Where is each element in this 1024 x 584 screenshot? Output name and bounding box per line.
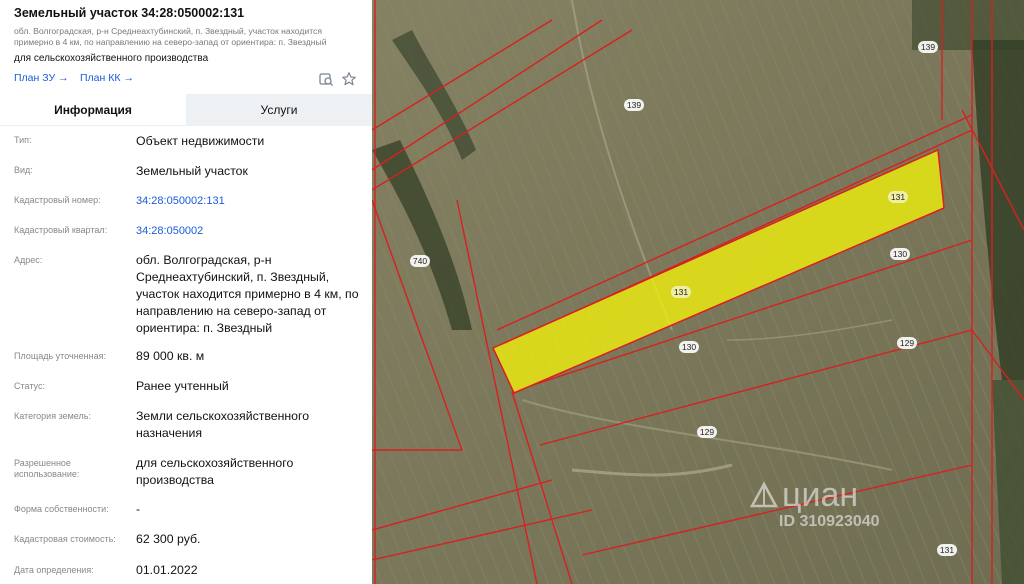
info-key: Адрес:: [14, 255, 43, 265]
info-key: Тип:: [14, 135, 32, 145]
tab-bar: Информация Услуги: [0, 94, 372, 126]
svg-text:130: 130: [682, 342, 696, 352]
header-address: обл. Волгоградская, р-н Среднеахтубински…: [14, 26, 327, 47]
cadastral-map[interactable]: 139 139 131 131 130 130 129 129 740 131 …: [372, 0, 1024, 584]
tab-services[interactable]: Услуги: [186, 94, 372, 126]
plan-zu-link[interactable]: План ЗУ →: [14, 72, 69, 84]
info-value: 62 300 руб.: [136, 532, 201, 546]
info-key: Разрешенное использование:: [14, 458, 80, 479]
cadastral-quarter-link[interactable]: 34:28:050002: [136, 223, 364, 240]
plan-kk-link[interactable]: План КК →: [80, 72, 134, 84]
info-value: 89 000 кв. м: [136, 349, 205, 363]
info-key: Площадь уточненная:: [14, 351, 106, 361]
svg-text:131: 131: [940, 545, 954, 555]
parcel-label: 139: [624, 99, 644, 111]
info-key: Дата определения:: [14, 565, 94, 575]
info-value: 01.01.2022: [136, 563, 198, 577]
arrow-right-icon: →: [58, 72, 69, 84]
arrow-right-icon: →: [123, 72, 134, 84]
svg-text:740: 740: [413, 256, 427, 266]
svg-text:139: 139: [627, 100, 641, 110]
svg-text:129: 129: [700, 427, 714, 437]
info-value: Земли сельскохозяйственного назначения: [136, 409, 310, 440]
svg-text:131: 131: [891, 192, 905, 202]
compare-icon[interactable]: [318, 71, 334, 87]
info-key: Кадастровый квартал:: [14, 225, 108, 235]
svg-text:130: 130: [893, 249, 907, 259]
parcel-label: 129: [897, 337, 917, 349]
parcel-label: 131: [888, 191, 908, 203]
parcel-label: 740: [410, 255, 430, 267]
svg-text:131: 131: [674, 287, 688, 297]
watermark-brand: циан: [782, 476, 858, 514]
plan-zu-label: План ЗУ: [14, 72, 56, 84]
info-panel: Земельный участок 34:28:050002:131 обл. …: [0, 0, 372, 584]
watermark-id: ID 310923040: [779, 513, 880, 530]
info-key: Статус:: [14, 381, 45, 391]
parcel-label: 131: [671, 286, 691, 298]
tab-info[interactable]: Информация: [0, 94, 186, 126]
info-value: Земельный участок: [136, 164, 248, 178]
page-title: Земельный участок 34:28:050002:131: [14, 6, 245, 20]
info-key: Кадастровая стоимость:: [14, 534, 116, 544]
svg-text:139: 139: [921, 42, 935, 52]
cadastral-number-link[interactable]: 34:28:050002:131: [136, 193, 364, 210]
parcel-label: 139: [918, 41, 938, 53]
info-value: -: [136, 502, 141, 516]
info-value: для сельскохозяйственного производства: [136, 456, 294, 487]
header-purpose: для сельскохозяйственного производства: [14, 53, 209, 64]
info-key: Кадастровый номер:: [14, 195, 101, 205]
svg-text:129: 129: [900, 338, 914, 348]
parcel-label: 131: [937, 544, 957, 556]
star-icon[interactable]: [341, 71, 357, 87]
parcel-label: 129: [697, 426, 717, 438]
plan-kk-label: План КК: [80, 72, 121, 84]
info-value: обл. Волгоградская, р-н Среднеахтубински…: [136, 253, 359, 335]
info-key: Форма собственности:: [14, 504, 109, 514]
parcel-label: 130: [679, 341, 699, 353]
info-value: Ранее учтенный: [136, 379, 229, 393]
info-value: Объект недвижимости: [136, 134, 265, 148]
info-key: Категория земель:: [14, 411, 91, 421]
parcel-label: 130: [890, 248, 910, 260]
info-key: Вид:: [14, 165, 33, 175]
